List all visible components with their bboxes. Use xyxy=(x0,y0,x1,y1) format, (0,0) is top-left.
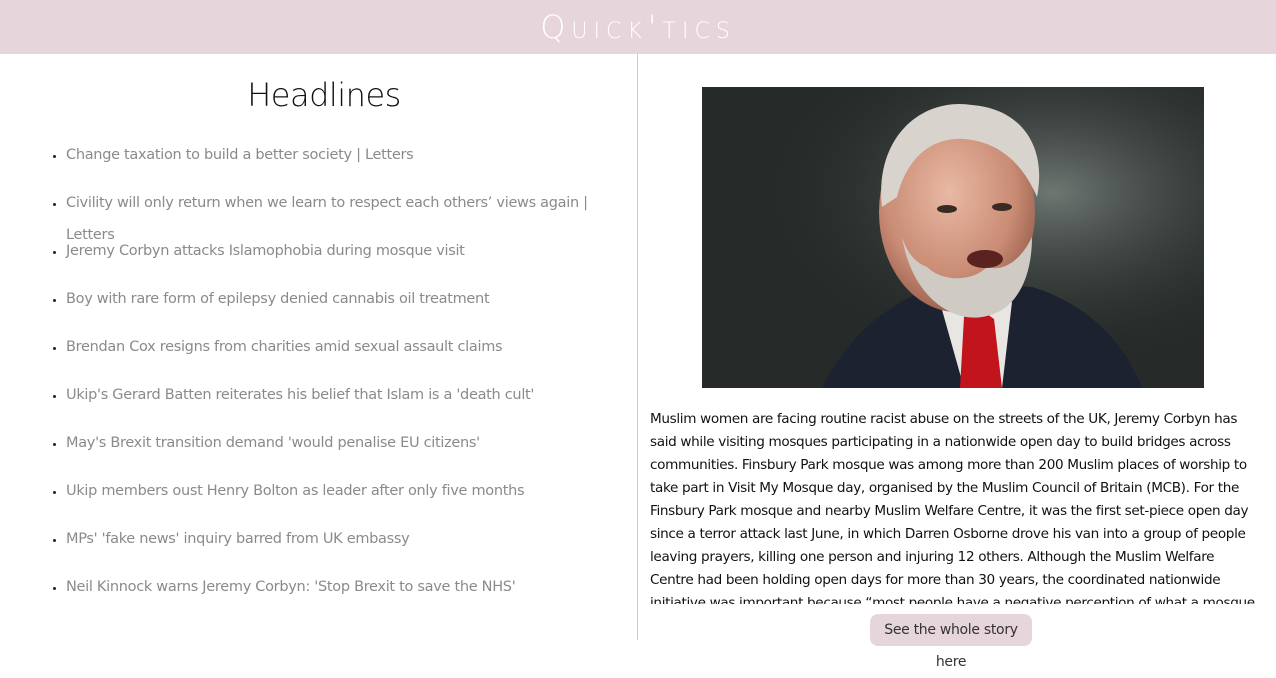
headline-link[interactable]: Jeremy Corbyn attacks Islamophobia durin… xyxy=(66,243,465,259)
top-bar: Quick'tics xyxy=(0,0,1276,54)
list-item: MPs' 'fake news' inquiry barred from UK … xyxy=(66,523,637,571)
headline-link[interactable]: MPs' 'fake news' inquiry barred from UK … xyxy=(66,531,410,547)
list-item: Neil Kinnock warns Jeremy Corbyn: 'Stop … xyxy=(66,571,637,619)
portrait-photo-icon xyxy=(702,87,1204,388)
headline-link[interactable]: May's Brexit transition demand 'would pe… xyxy=(66,435,480,451)
list-item: May's Brexit transition demand 'would pe… xyxy=(66,427,637,475)
story-photo xyxy=(702,87,1204,388)
headlines-heading: Headlines xyxy=(247,76,401,114)
list-item: Boy with rare form of epilepsy denied ca… xyxy=(66,283,637,331)
headline-link[interactable]: Change taxation to build a better societ… xyxy=(66,147,414,163)
headline-link[interactable]: Neil Kinnock warns Jeremy Corbyn: 'Stop … xyxy=(66,579,516,595)
see-whole-story-button[interactable]: See the whole story here xyxy=(870,614,1032,670)
list-item: Change taxation to build a better societ… xyxy=(66,139,637,187)
list-item: Jeremy Corbyn attacks Islamophobia durin… xyxy=(66,235,637,283)
story-text: Muslim women are facing routine racist a… xyxy=(650,411,1255,604)
headline-link[interactable]: Ukip's Gerard Batten reiterates his beli… xyxy=(66,387,534,403)
headline-link[interactable]: Brendan Cox resigns from charities amid … xyxy=(66,339,503,355)
headline-link[interactable]: Ukip members oust Henry Bolton as leader… xyxy=(66,483,525,499)
list-item: Civility will only return when we learn … xyxy=(66,187,637,243)
list-item: Ukip members oust Henry Bolton as leader… xyxy=(66,475,637,523)
headline-list: Change taxation to build a better societ… xyxy=(0,139,637,619)
app-title: Quick'tics xyxy=(540,8,736,46)
headlines-panel: Headlines Change taxation to build a bet… xyxy=(0,54,637,640)
list-item: Ukip's Gerard Batten reiterates his beli… xyxy=(66,379,637,427)
story-panel: Muslim women are facing routine racist a… xyxy=(638,54,1276,640)
list-item: Brendan Cox resigns from charities amid … xyxy=(66,331,637,379)
headline-link[interactable]: Boy with rare form of epilepsy denied ca… xyxy=(66,291,490,307)
